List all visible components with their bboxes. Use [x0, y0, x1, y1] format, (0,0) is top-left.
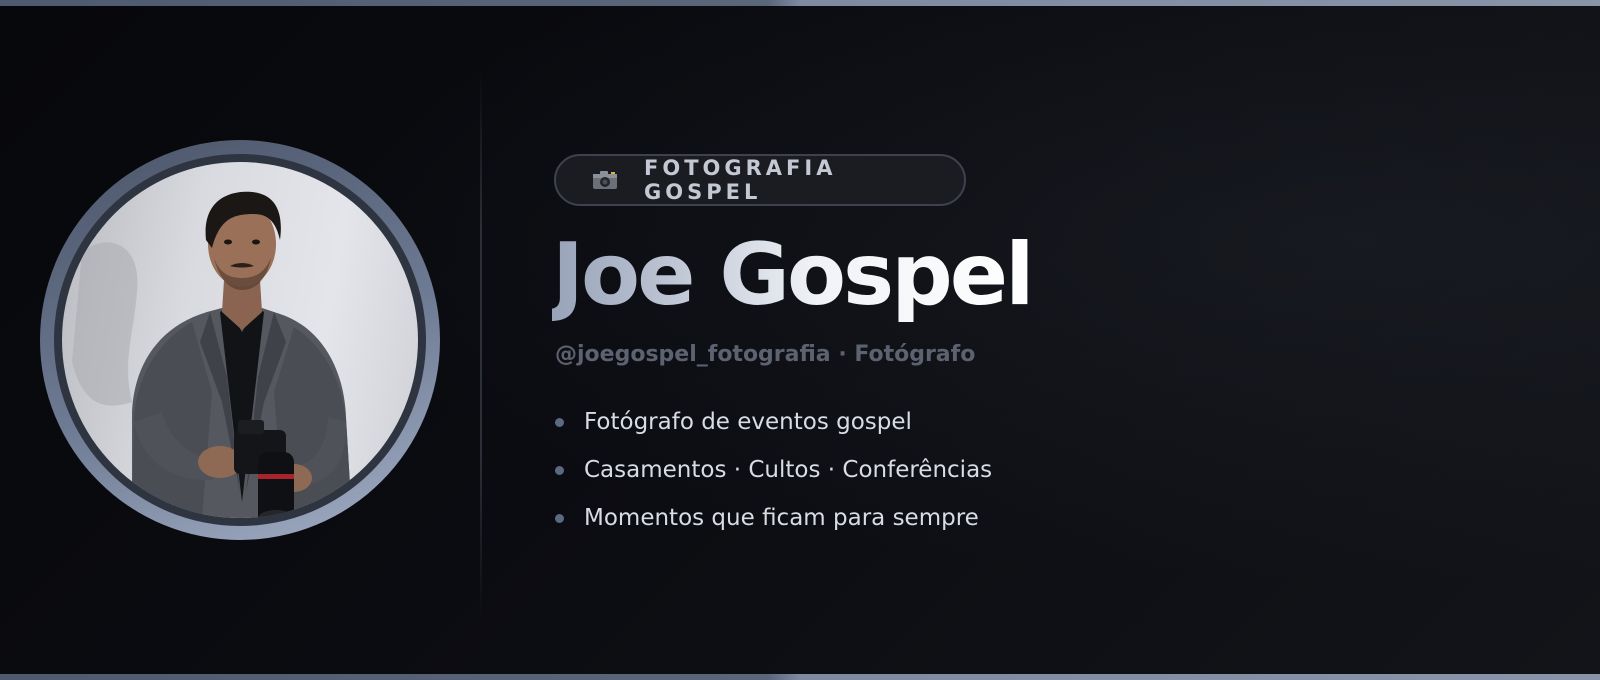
list-item: Fotógrafo de eventos gospel — [555, 398, 992, 446]
feature-list: Fotógrafo de eventos gospel Casamentos ·… — [555, 398, 992, 542]
profile-handle: @joegospel_fotografia · Fotógrafo — [555, 342, 976, 367]
photographer-portrait — [72, 191, 352, 518]
avatar-ring — [40, 140, 440, 540]
profile-name: Joe Gospel — [552, 225, 1035, 325]
bullet-icon — [555, 513, 564, 523]
badge-label: FOTOGRAFIA GOSPEL — [644, 156, 837, 204]
feature-text: Casamentos · Cultos · Conferências — [584, 457, 993, 483]
feature-text: Fotógrafo de eventos gospel — [584, 409, 912, 435]
bottom-accent-bar — [0, 674, 1600, 680]
avatar — [62, 162, 418, 518]
profile-banner: FOTOGRAFIA GOSPEL Joe Gospel @joegospel_… — [0, 0, 1600, 680]
list-item: Casamentos · Cultos · Conferências — [555, 446, 992, 494]
bullet-icon — [555, 417, 564, 427]
camera-icon — [592, 170, 618, 190]
bullet-icon — [555, 465, 564, 475]
list-item: Momentos que ficam para sempre — [555, 494, 992, 542]
category-badge: FOTOGRAFIA GOSPEL — [554, 154, 966, 206]
vertical-divider — [480, 70, 482, 620]
feature-text: Momentos que ficam para sempre — [584, 505, 979, 531]
top-accent-bar — [0, 0, 1600, 6]
